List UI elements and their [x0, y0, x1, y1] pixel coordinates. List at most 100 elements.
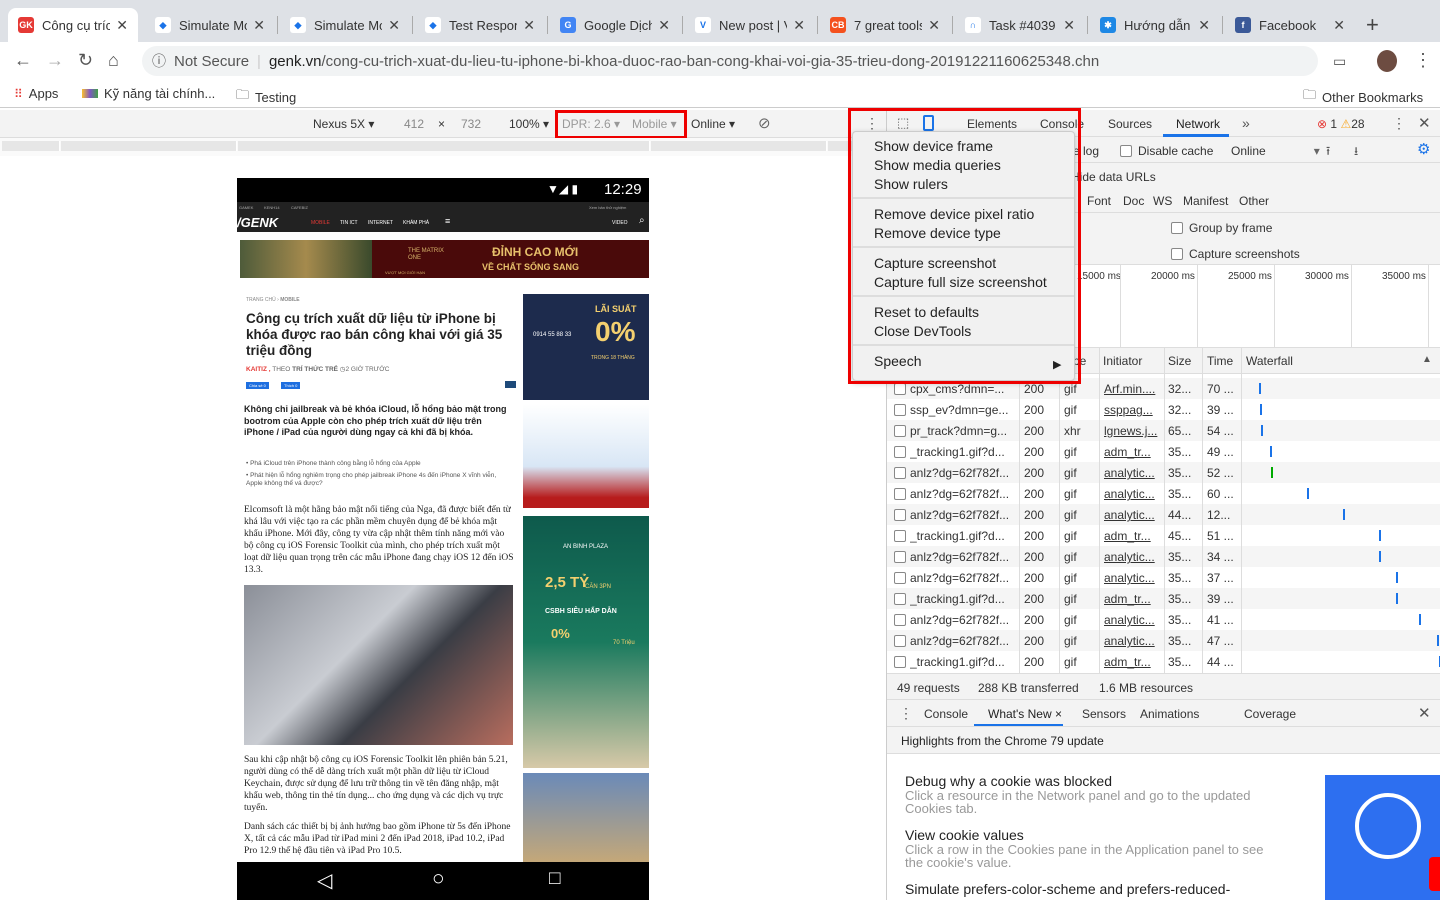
browser-tab[interactable]: f Facebook ✕: [1225, 8, 1355, 42]
source[interactable]: TRÍ THỨC TRẺ: [292, 366, 338, 373]
row-checkbox[interactable]: [894, 572, 906, 584]
new-tab-button[interactable]: +: [1366, 12, 1379, 38]
settings-gear-icon[interactable]: ⚙: [1417, 140, 1430, 158]
side-ad-truck[interactable]: [523, 404, 649, 508]
genk-logo[interactable]: /GENK: [237, 215, 278, 230]
cell[interactable]: Arf.min....: [1104, 382, 1162, 396]
reload-icon[interactable]: ↻: [78, 50, 93, 71]
hide-data-urls-checkbox[interactable]: Hide data URLs: [1071, 170, 1156, 184]
row-checkbox[interactable]: [894, 404, 906, 416]
top-link[interactable]: CAFEBIZ: [291, 205, 308, 210]
drawer-tab-animations[interactable]: Animations: [1140, 707, 1199, 721]
search-icon[interactable]: ⌕: [639, 215, 645, 226]
height-input[interactable]: 732: [461, 117, 481, 131]
news-title[interactable]: Simulate prefers-color-scheme and prefer…: [905, 881, 1285, 897]
close-tab-icon[interactable]: ×: [1055, 707, 1062, 721]
cell[interactable]: analytic...: [1104, 613, 1162, 627]
group-by-frame-checkbox[interactable]: Group by frame: [1171, 221, 1272, 235]
row-checkbox[interactable]: [894, 509, 906, 521]
nav-link[interactable]: MOBILE: [311, 220, 330, 226]
avatar[interactable]: [1377, 50, 1397, 72]
banner-ad[interactable]: THE MATRIX ONE VƯỢT MỌI GIỚI HẠN ĐỈNH CA…: [240, 240, 649, 278]
news-title[interactable]: Debug why a cookie was blocked: [905, 773, 1285, 789]
export-har-icon[interactable]: ⭳: [1354, 142, 1358, 163]
close-tab-icon[interactable]: ✕: [658, 17, 670, 34]
bookmark-apps[interactable]: ⠿ Apps: [14, 86, 58, 101]
news-title[interactable]: View cookie values: [905, 827, 1285, 843]
column-time[interactable]: Time: [1207, 354, 1233, 368]
row-checkbox[interactable]: [894, 551, 906, 563]
column-waterfall[interactable]: Waterfall: [1246, 354, 1293, 368]
row-checkbox[interactable]: [894, 530, 906, 542]
row-checkbox[interactable]: [894, 383, 906, 395]
row-checkbox[interactable]: [894, 656, 906, 668]
sort-ascending-icon[interactable]: ▲: [1422, 354, 1432, 365]
mail-icon[interactable]: [505, 381, 516, 388]
nav-link[interactable]: INTERNET: [368, 220, 393, 226]
close-tab-icon[interactable]: ✕: [116, 17, 128, 34]
type-filter-doc[interactable]: Doc: [1123, 194, 1144, 208]
throttling-select[interactable]: Online ▾: [1231, 144, 1320, 158]
cell[interactable]: adm_tr...: [1104, 592, 1162, 606]
drawer-menu-icon[interactable]: ⋮: [899, 705, 913, 722]
side-ad-plaza[interactable]: AN BINH PLAZA 2,5 TỶ CĂN 3PN CSBH SIÊU H…: [523, 516, 649, 768]
browser-tab[interactable]: CB 7 great tools ✕: [820, 8, 950, 42]
rotate-icon[interactable]: ⊘: [758, 114, 771, 132]
forward-icon[interactable]: →: [46, 50, 64, 71]
like-button[interactable]: Thích 0: [281, 382, 301, 389]
close-tab-icon[interactable]: ✕: [523, 17, 535, 34]
row-checkbox[interactable]: [894, 425, 906, 437]
menu-icon[interactable]: ⋮: [1414, 50, 1432, 71]
row-checkbox[interactable]: [894, 446, 906, 458]
type-filter-ws[interactable]: WS: [1153, 194, 1172, 208]
throttle-select[interactable]: Online ▾: [691, 117, 735, 131]
back-icon[interactable]: ←: [14, 50, 32, 71]
device-select[interactable]: Nexus 5X ▾: [313, 117, 374, 131]
cell[interactable]: analytic...: [1104, 466, 1162, 480]
cell[interactable]: adm_tr...: [1104, 445, 1162, 459]
row-checkbox[interactable]: [894, 635, 906, 647]
side-ad[interactable]: LÃI SUẤT 0% TRONG 18 THÁNG 0914 55 88 33: [523, 294, 649, 400]
browser-tab[interactable]: ◆ Test Respon ✕: [415, 8, 545, 42]
other-bookmarks[interactable]: 🗀 Other Bookmarks: [1303, 86, 1423, 108]
drawer-tab-coverage[interactable]: Coverage: [1244, 707, 1296, 721]
row-checkbox[interactable]: [894, 614, 906, 626]
close-drawer-icon[interactable]: ✕: [1418, 704, 1431, 722]
bookmark-item[interactable]: Kỹ năng tài chính...: [82, 86, 215, 101]
browser-tab[interactable]: ✱ Hướng dẫn ✕: [1090, 8, 1220, 42]
author[interactable]: KAITIZ ,: [246, 366, 271, 373]
row-checkbox[interactable]: [894, 488, 906, 500]
nav-video[interactable]: VIDEO: [612, 220, 628, 226]
browser-tab[interactable]: V New post | V ✕: [685, 8, 815, 42]
import-har-icon[interactable]: ⭱: [1326, 142, 1330, 163]
related-link[interactable]: Phát hiện lỗ hổng nghiêm trọng cho phép …: [246, 472, 496, 487]
row-checkbox[interactable]: [894, 593, 906, 605]
capture-screenshots-checkbox[interactable]: Capture screenshots: [1171, 247, 1300, 261]
close-icon[interactable]: ✕: [1418, 114, 1431, 132]
column-initiator[interactable]: Initiator: [1103, 354, 1142, 368]
share-button[interactable]: Chia sẻ 0: [246, 382, 269, 389]
browser-tab[interactable]: ∩ Task #4039 ✕: [955, 8, 1085, 42]
drawer-tab-sensors[interactable]: Sensors: [1082, 707, 1126, 721]
cell[interactable]: analytic...: [1104, 550, 1162, 564]
zoom-select[interactable]: 100% ▾: [509, 117, 549, 131]
browser-tab[interactable]: GK Công cụ trích ✕: [8, 8, 138, 42]
browser-tab[interactable]: ◆ Simulate Mo ✕: [280, 8, 410, 42]
browser-tab[interactable]: ◆ Simulate Mo ✕: [145, 8, 275, 42]
nav-link[interactable]: KHÁM PHÁ: [403, 220, 429, 226]
cast-icon[interactable]: ▭: [1333, 53, 1346, 70]
breadcrumb-mobile[interactable]: MOBILE: [280, 297, 299, 303]
home-icon[interactable]: ⌂: [108, 50, 119, 71]
drawer-tab-whats-new[interactable]: What's New ×: [988, 707, 1062, 721]
breadcrumb-home[interactable]: TRANG CHỦ: [246, 297, 276, 303]
cell[interactable]: analytic...: [1104, 508, 1162, 522]
cell[interactable]: analytic...: [1104, 487, 1162, 501]
close-tab-icon[interactable]: ✕: [1333, 17, 1345, 34]
close-tab-icon[interactable]: ✕: [793, 17, 805, 34]
cell[interactable]: adm_tr...: [1104, 655, 1162, 669]
close-tab-icon[interactable]: ✕: [1198, 17, 1210, 34]
related-link[interactable]: Phá iCloud trên iPhone thành công bằng l…: [250, 460, 421, 467]
home-icon[interactable]: ○: [432, 867, 445, 891]
address-bar[interactable]: ⓘ Not Secure | genk.vn/cong-cu-trich-xua…: [142, 46, 1318, 76]
width-input[interactable]: 412: [404, 117, 424, 131]
